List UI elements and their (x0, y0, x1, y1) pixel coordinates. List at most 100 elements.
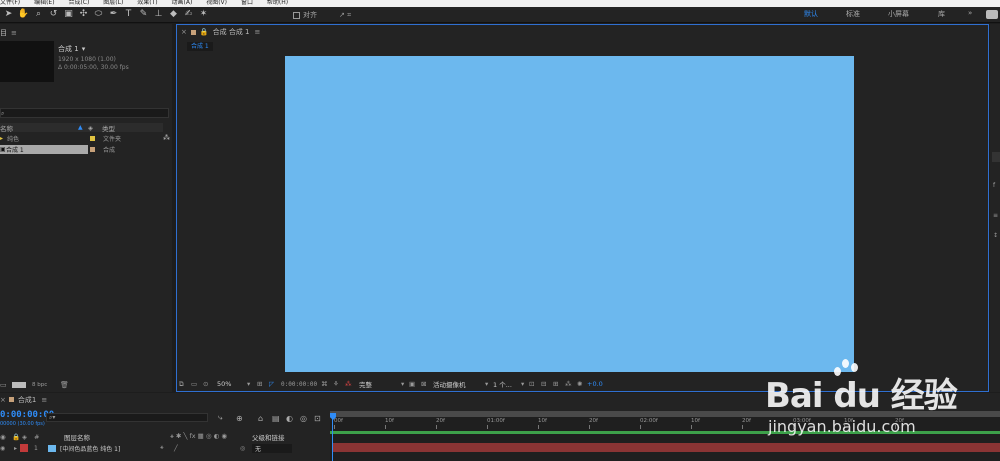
project-item[interactable]: ▣ 合成 1 合成 (0, 145, 163, 154)
menu-window[interactable]: 窗口 (241, 0, 253, 6)
project-flowchart-icon[interactable]: ⁂ (163, 134, 170, 142)
chart-editor-icon[interactable]: ⊡ (314, 414, 328, 423)
transparency-grid-icon[interactable]: ⊠ (421, 380, 433, 388)
playhead[interactable] (332, 413, 333, 461)
selection-tool-icon[interactable]: ➤ (2, 8, 15, 21)
comp-mini-flowchart-icon[interactable]: ⤷ (218, 413, 236, 423)
hand-tool-icon[interactable]: ✋ (17, 8, 30, 21)
parent-select[interactable]: 无 (252, 443, 292, 453)
close-icon[interactable]: × (181, 28, 187, 36)
collapse-switch-icon[interactable]: ⚹ (160, 444, 174, 452)
comp-viewer[interactable] (177, 52, 988, 375)
workspace-standard[interactable]: 标准 (846, 9, 860, 19)
search-help-icon[interactable] (986, 10, 998, 19)
project-panel-title[interactable]: 目 (0, 28, 7, 38)
snapshot-icon[interactable]: ⌘ (321, 380, 333, 388)
menu-file[interactable]: 文件(F) (0, 0, 20, 6)
side-panel-icon[interactable]: ↕ (993, 232, 998, 239)
vr-icon[interactable]: ⊙ (203, 380, 217, 388)
timeline-tab[interactable]: 合成1 (18, 395, 36, 405)
comp-panel-title[interactable]: 合成 合成 1 (213, 27, 250, 37)
side-panel-icon[interactable]: f (993, 182, 995, 189)
layer-name[interactable]: [中间色品蓝色 纯色 1] (60, 444, 160, 453)
timeline-search-input[interactable]: ⌕▾ (46, 413, 208, 422)
graph-editor-icon[interactable]: ◎ (300, 414, 314, 423)
visibility-icon[interactable]: ◉ (0, 445, 14, 452)
zoom-select[interactable]: 50% (217, 380, 247, 388)
timecode-display[interactable]: 0:00:00:00 (281, 381, 321, 388)
clone-stamp-tool-icon[interactable]: ⊥ (152, 8, 165, 21)
new-folder-icon[interactable]: ▭ (0, 381, 12, 389)
resolution-select[interactable]: 完整 (359, 379, 401, 389)
views-select[interactable]: 1 个... (493, 379, 521, 389)
new-comp-icon[interactable] (12, 382, 26, 388)
grid-icon[interactable]: ⊞ (257, 380, 269, 388)
column-name[interactable]: 名称 (0, 123, 78, 133)
mask-icon[interactable]: ◸ (269, 380, 281, 388)
menu-animation[interactable]: 动画(A) (172, 0, 193, 6)
panel-menu-icon[interactable]: ≡ (11, 29, 17, 37)
workspace-menu-icon[interactable]: » (968, 9, 972, 17)
column-type[interactable]: 类型 (102, 123, 115, 133)
text-tool-icon[interactable]: T (122, 8, 135, 21)
shape-tool-icon[interactable]: ⬭ (92, 8, 105, 21)
snap-options-icon[interactable]: ↗ ⌗ (339, 11, 351, 20)
workspace-small-screen[interactable]: 小屏幕 (888, 9, 909, 19)
lock-icon[interactable]: 🔒 (200, 28, 209, 36)
draft-3d-icon[interactable]: ⊕ (236, 414, 258, 423)
pan-behind-tool-icon[interactable]: ✣ (77, 8, 90, 21)
layer-row[interactable]: ◉ ▸ 1 [中间色品蓝色 纯色 1] ⚹ ╱ ◎ 无 (0, 443, 330, 453)
timeline-area[interactable]: 00f 10f 20f 01:00f 10f 20f 02:00f 10f 20f 03:00f 1… (330, 411, 1000, 461)
channel-icon[interactable]: ⁂ (345, 380, 359, 388)
parent-pickwhip-icon[interactable]: ◎ (240, 445, 252, 452)
toggle-pixel-icon[interactable]: ⊡ (529, 380, 541, 388)
time-ruler[interactable]: 00f 10f 20f 01:00f 10f 20f 02:00f 10f 20f 03:00f 1… (330, 417, 1000, 429)
motion-blur-icon[interactable]: ◐ (286, 414, 300, 423)
menu-view[interactable]: 视图(V) (206, 0, 227, 6)
roi-icon[interactable]: ▣ (409, 380, 421, 388)
comp-canvas[interactable] (285, 56, 854, 372)
camera-tool-icon[interactable]: ▣ (62, 8, 75, 21)
camera-select[interactable]: 活动摄像机 (433, 379, 485, 389)
layer-label-color[interactable] (20, 444, 28, 452)
trash-icon[interactable]: 🗑 (60, 381, 69, 389)
orbit-tool-icon[interactable]: ↺ (47, 8, 60, 21)
menu-layer[interactable]: 图层(L) (103, 0, 123, 6)
quality-switch-icon[interactable]: ╱ (174, 445, 240, 452)
exposure-value[interactable]: +0.0 (587, 380, 603, 388)
pen-tool-icon[interactable]: ✒ (107, 8, 120, 21)
menu-composition[interactable]: 合成(C) (68, 0, 89, 6)
eraser-tool-icon[interactable]: ◆ (167, 8, 180, 21)
layer-duration-bar[interactable] (332, 443, 1000, 452)
puppet-tool-icon[interactable]: ✶ (197, 8, 210, 21)
project-search-input[interactable]: ⌕ (0, 108, 169, 118)
menu-effect[interactable]: 效果(T) (137, 0, 157, 6)
timeline-icon[interactable]: ⊞ (553, 380, 565, 388)
shy-icon[interactable]: ⌂ (258, 414, 272, 423)
comp-dropdown-icon[interactable]: ▾ (82, 45, 86, 53)
always-preview-icon[interactable]: ⧉ (179, 380, 191, 389)
project-item[interactable]: ▸ 纯色 文件夹 (0, 134, 163, 143)
flowchart-icon[interactable]: ⁂ (565, 380, 577, 388)
show-snapshot-icon[interactable]: ⚘ (333, 380, 345, 388)
workspace-library[interactable]: 库 (938, 9, 945, 19)
roto-brush-tool-icon[interactable]: ✍ (182, 8, 195, 21)
menu-edit[interactable]: 编辑(E) (34, 0, 54, 6)
close-icon[interactable]: × (0, 396, 6, 404)
column-parent[interactable]: 父级和链接 (252, 432, 285, 442)
exposure-icon[interactable]: ✺ (577, 380, 587, 388)
snap-checkbox[interactable] (293, 11, 300, 19)
workspace-default[interactable]: 默认 (804, 9, 818, 19)
column-layer-name[interactable]: 图层名称 (64, 432, 170, 442)
panel-menu-icon[interactable]: ≡ (41, 396, 47, 404)
panel-menu-icon[interactable]: ≡ (255, 28, 261, 36)
zoom-tool-icon[interactable]: ⌕ (32, 8, 45, 21)
brush-tool-icon[interactable]: ✎ (137, 8, 150, 21)
comp-tab[interactable]: 合成 1 (187, 42, 213, 51)
monitor-icon[interactable]: ▭ (191, 380, 203, 388)
side-panel-icon[interactable]: ≡ (993, 212, 998, 219)
frame-blending-icon[interactable]: ▤ (272, 414, 286, 423)
menu-help[interactable]: 帮助(H) (267, 0, 288, 6)
render-icon[interactable]: ⊟ (541, 380, 553, 388)
bpc-label[interactable]: 8 bpc (32, 382, 60, 388)
